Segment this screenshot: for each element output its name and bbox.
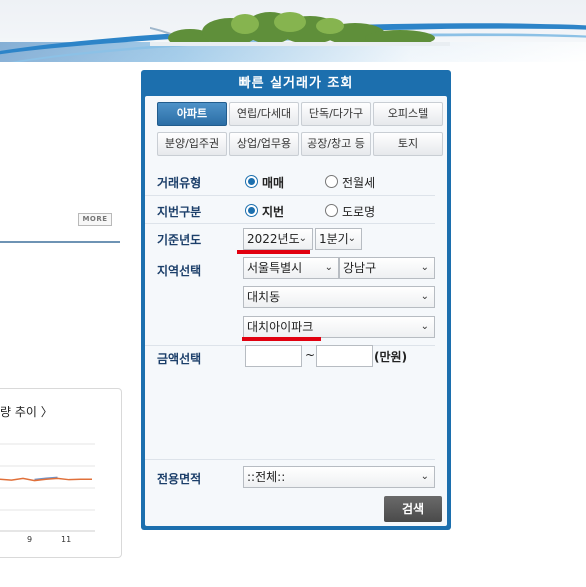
district-select-value: 강남구 — [343, 261, 377, 275]
radio-sale[interactable] — [245, 175, 258, 188]
complex-select-value: 대치아이파크 — [247, 320, 314, 334]
radio-sale-label[interactable]: 매매 — [262, 174, 284, 191]
tab-apartment[interactable]: 아파트 — [157, 102, 227, 126]
city-select[interactable]: 서울특별시 ⌄ — [243, 257, 339, 279]
radio-road-name[interactable] — [325, 204, 338, 217]
year-label: 기준년도 — [157, 233, 202, 247]
more-button[interactable]: MORE — [78, 213, 112, 226]
tab-row-house[interactable]: 연립/다세대 — [229, 102, 299, 126]
city-select-value: 서울특별시 — [247, 261, 303, 275]
tab-land[interactable]: 토지 — [373, 132, 443, 156]
chevron-down-icon: ⌄ — [298, 233, 307, 244]
area-select[interactable]: ::전체:: ⌄ — [243, 466, 435, 488]
price-label: 금액선택 — [157, 352, 202, 366]
chevron-down-icon: ⌄ — [324, 262, 333, 273]
row-divider — [145, 223, 435, 224]
lot-type-label: 지번구분 — [157, 205, 202, 219]
banner-trees-illustration — [150, 12, 450, 46]
panel-title: 빠른 실거래가 조회 — [238, 76, 354, 91]
row-divider — [145, 459, 435, 460]
area-label: 전용면적 — [157, 472, 202, 486]
tab-detached-house[interactable]: 단독/다가구 — [301, 102, 371, 126]
price-max-input[interactable] — [316, 345, 373, 367]
complex-select[interactable]: 대치아이파크 ⌄ — [243, 316, 435, 338]
search-button[interactable]: 검색 — [384, 496, 442, 522]
radio-rent[interactable] — [325, 175, 338, 188]
radio-road-name-label[interactable]: 도로명 — [342, 203, 375, 220]
row-divider — [145, 195, 435, 196]
series-line — [0, 477, 92, 482]
trend-line-chart: 9 11 — [0, 443, 95, 544]
dong-select[interactable]: 대치동 ⌄ — [243, 286, 435, 308]
chevron-down-icon: ⌄ — [420, 262, 429, 273]
tab-officetel[interactable]: 오피스텔 — [373, 102, 443, 126]
year-select[interactable]: 2022년도 ⌄ — [243, 228, 313, 250]
section-divider — [0, 241, 120, 243]
radio-rent-label[interactable]: 전월세 — [342, 174, 375, 191]
x-tick-label: 11 — [61, 535, 71, 544]
year-select-value: 2022년도 — [247, 232, 300, 246]
quarter-select-value: 1분기 — [319, 232, 349, 246]
chevron-down-icon: ⌄ — [420, 321, 429, 332]
tab-presale[interactable]: 분양/입주권 — [157, 132, 227, 156]
header-banner — [0, 0, 586, 62]
chevron-down-icon: ⌄ — [347, 233, 356, 244]
x-tick-label: 9 — [27, 535, 32, 544]
radio-lot-number[interactable] — [245, 204, 258, 217]
region-label: 지역선택 — [157, 264, 202, 278]
radio-lot-number-label[interactable]: 지번 — [262, 203, 284, 220]
quarter-select[interactable]: 1분기 ⌄ — [315, 228, 362, 250]
chevron-down-icon: ⌄ — [420, 291, 429, 302]
price-separator: ~ — [305, 348, 316, 362]
area-select-value: ::전체:: — [247, 470, 286, 484]
tab-commercial[interactable]: 상업/업무용 — [229, 132, 299, 156]
deal-type-label: 거래유형 — [157, 176, 202, 190]
page-root: MORE 량 추이 〉 9 11 빠른 실거래가 조회 아파트 연립/다세대 단… — [0, 0, 586, 587]
highlight-underline — [242, 337, 321, 341]
district-select[interactable]: 강남구 ⌄ — [339, 257, 435, 279]
panel-body — [145, 96, 447, 526]
chart-title[interactable]: 량 추이 〉 — [0, 403, 53, 420]
price-unit: (만원) — [374, 350, 408, 364]
tab-factory[interactable]: 공장/창고 등 — [301, 132, 371, 156]
chevron-down-icon: ⌄ — [420, 471, 429, 482]
dong-select-value: 대치동 — [247, 290, 281, 304]
price-min-input[interactable] — [245, 345, 302, 367]
highlight-underline — [237, 250, 310, 254]
